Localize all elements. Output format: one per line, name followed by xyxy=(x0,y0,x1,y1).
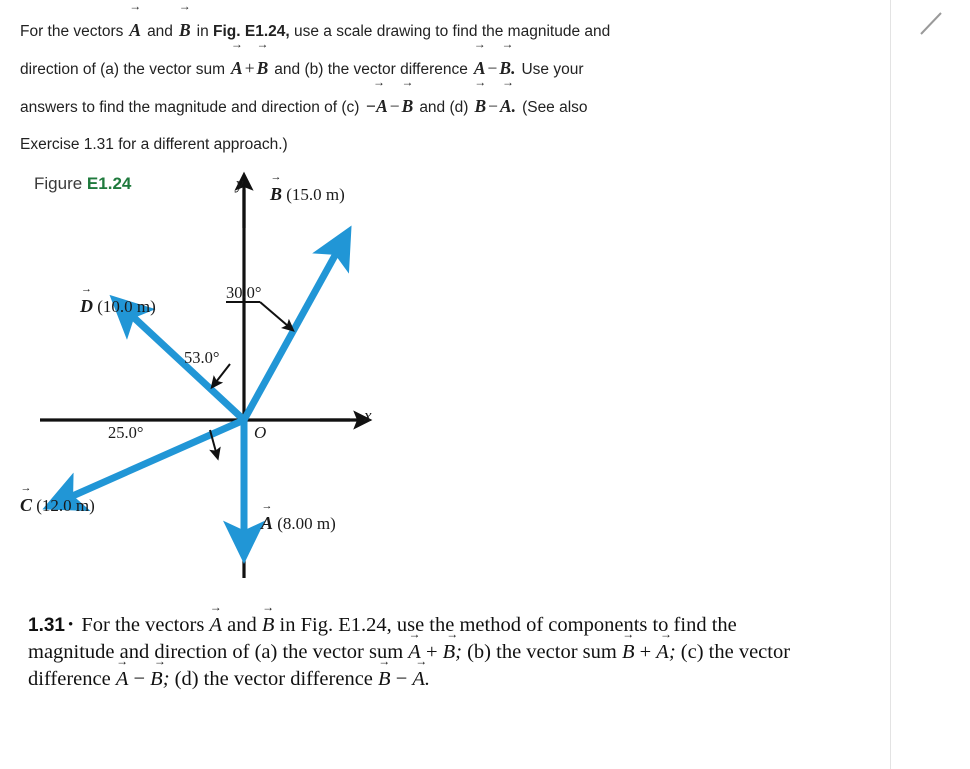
statement-line3-end: (See also xyxy=(522,99,588,116)
vector-D-symbol: D xyxy=(80,296,93,317)
vector-symbol-B-d: B xyxy=(473,88,487,125)
exercise-bullet: • xyxy=(67,617,74,633)
angle-30-label: 30.0° xyxy=(226,283,262,302)
exercise-vector-A4: A xyxy=(116,666,129,693)
vector-symbol-A-d: A. xyxy=(499,88,517,125)
angle-53-label: 53.0° xyxy=(184,348,220,367)
exercise-vector-A1: A xyxy=(209,612,222,639)
vector-B-arrow xyxy=(240,225,352,422)
figure-e124: Figure E1.24 x y O B → (15.0 m) D → (10.… xyxy=(20,168,580,598)
exercise-number: 1.31 xyxy=(28,615,65,636)
problem-statement: For the vectorsAandBin Fig. E1.24, use a… xyxy=(20,12,870,163)
statement-line3-lead: answers to find the magnitude and direct… xyxy=(20,99,360,116)
exercise-vector-B4: B; xyxy=(150,666,169,693)
statement-line2-lead: direction of (a) the vector sum xyxy=(20,61,226,78)
exercise-vector-B3: B xyxy=(622,639,635,666)
vector-C-label: C (12.0 m) xyxy=(20,495,95,516)
axis-y-label: y xyxy=(236,174,244,193)
figure-reference: Fig. E1.24, xyxy=(213,23,290,40)
exercise-minus-2: − xyxy=(395,668,408,690)
exercise-plus-1: + xyxy=(425,641,438,663)
document-page: For the vectorsAandBin Fig. E1.24, use a… xyxy=(0,0,890,769)
vector-symbol-negA: −A xyxy=(364,88,388,125)
exercise-vector-B2: B; xyxy=(443,639,462,666)
vector-symbol-A-sum: A xyxy=(230,50,244,87)
plus-operator: + xyxy=(244,58,255,78)
exercise-text-2: and xyxy=(227,614,257,636)
exercise-plus-2: + xyxy=(639,641,652,663)
vector-C-value: (12.0 m) xyxy=(36,496,95,515)
vector-B-value: (15.0 m) xyxy=(286,185,345,204)
vector-C-symbol: C xyxy=(20,495,32,516)
exercise-vector-A3: A; xyxy=(656,639,675,666)
statement-line2-end: Use your xyxy=(521,61,584,78)
exercise-vector-B1: B xyxy=(262,612,275,639)
vector-C-arrow xyxy=(42,416,246,511)
angle-B-leader-arrow xyxy=(259,301,295,332)
axis-x-label: x xyxy=(364,406,372,425)
vector-A-symbol: A xyxy=(261,513,273,534)
minus-operator-c: − xyxy=(389,96,400,116)
exercise-minus-1: − xyxy=(133,668,146,690)
vector-B-symbol: B xyxy=(270,184,282,205)
statement-line1-rest: use a scale drawing to find the magnitud… xyxy=(294,23,611,40)
statement-in: in xyxy=(196,23,209,40)
exercise-text-6: (b) the vector sum xyxy=(467,641,617,663)
statement-and: and xyxy=(147,23,173,40)
vector-D-label: D (10.0 m) xyxy=(80,296,156,317)
vector-symbol-B: B xyxy=(178,12,192,49)
minus-operator: − xyxy=(487,58,498,78)
vector-B-label: B (15.0 m) xyxy=(270,184,345,205)
angle-25-label: 25.0° xyxy=(108,423,144,442)
statement-line2-mid: and (b) the vector difference xyxy=(274,61,468,78)
exercise-vector-A5: A. xyxy=(412,666,430,693)
vector-symbol-A: A xyxy=(128,12,142,49)
origin-label: O xyxy=(254,423,267,442)
diagonal-stroke-icon xyxy=(920,12,942,35)
vector-symbol-B-sum: B xyxy=(256,50,270,87)
exercise-text-8: (d) the vector difference xyxy=(174,668,373,690)
vector-A-value: (8.00 m) xyxy=(277,514,336,533)
vector-D-value: (10.0 m) xyxy=(97,297,156,316)
statement-line4: Exercise 1.31 for a different approach.) xyxy=(20,136,288,153)
exercise-131: 1.31• For the vectors A and B in Fig. E1… xyxy=(28,612,808,693)
statement-line1-lead: For the vectors xyxy=(20,23,124,40)
right-margin-rail xyxy=(890,0,970,769)
exercise-vector-B5: B xyxy=(378,666,391,693)
vector-A-label: A (8.00 m) xyxy=(261,513,336,534)
minus-operator-d: − xyxy=(488,96,498,116)
statement-line3-mid: and (d) xyxy=(419,99,469,116)
vector-symbol-B-c: B xyxy=(401,88,415,125)
exercise-text-1: For the vectors xyxy=(81,614,205,636)
